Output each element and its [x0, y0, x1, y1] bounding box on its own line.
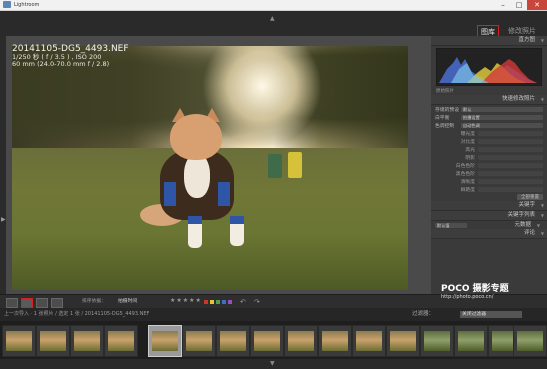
color-labels[interactable] [204, 300, 232, 304]
bottom-strip: ▼ [0, 359, 547, 369]
yellow-label-icon[interactable] [210, 300, 214, 304]
metadata-preset-select[interactable]: 默认值 [435, 222, 467, 228]
filmstrip-thumb[interactable] [182, 325, 216, 357]
adjust-row[interactable]: 黑色色阶 [431, 169, 547, 177]
white-balance-select[interactable]: 拍摄设置 [461, 114, 543, 120]
filmstrip[interactable] [0, 321, 547, 359]
rotate-left-icon[interactable]: ↶ [240, 297, 246, 307]
filmstrip-thumb[interactable] [284, 325, 318, 357]
sort-label: 排序依据： [82, 299, 106, 304]
loupe-view-button[interactable] [21, 298, 33, 308]
collapse-bottom-icon[interactable]: ▼ [270, 360, 275, 367]
adjust-row[interactable]: 对比度 [431, 137, 547, 145]
clarity-stepper[interactable] [478, 178, 543, 184]
grid-view-button[interactable] [6, 298, 18, 308]
window-titlebar: Lightroom – □ ✕ [0, 0, 547, 11]
minimize-button[interactable]: – [495, 0, 511, 10]
close-button[interactable]: ✕ [527, 0, 547, 10]
quick-develop-header[interactable]: 快速修改照片 [431, 95, 547, 105]
exposure-label: 曝光度 [460, 131, 475, 137]
module-strip: ▲ [0, 11, 547, 36]
sort-select[interactable]: 拍摄时间 [118, 297, 137, 307]
filmstrip-thumb[interactable] [420, 325, 454, 357]
adjust-row[interactable]: 阴影 [431, 153, 547, 161]
red-label-icon[interactable] [204, 300, 208, 304]
survey-view-button[interactable] [51, 298, 63, 308]
filter-select[interactable]: 关闭过滤器 [460, 311, 522, 318]
main-photo [12, 46, 408, 290]
preset-select[interactable]: 默认 [461, 106, 543, 112]
filmstrip-thumb[interactable] [513, 325, 547, 357]
vibrance-stepper[interactable] [478, 186, 543, 192]
collapse-top-icon[interactable]: ▲ [270, 15, 275, 22]
preset-label: 存储的预设 [435, 107, 459, 113]
filmstrip-thumb[interactable] [454, 325, 488, 357]
tone-control-label: 色调控制 [435, 123, 455, 129]
adjust-row[interactable]: 鲜艳度 [431, 185, 547, 193]
photo-info-overlay: 20141105-DG5_4493.NEF 1/250 秒 ( f / 3.5 … [12, 44, 129, 68]
preset-row[interactable]: 存储的预设 默认 [431, 105, 547, 113]
exposure-stepper[interactable] [478, 130, 543, 136]
purple-label-icon[interactable] [228, 300, 232, 304]
photo-lens: 60 mm (24.0-70.0 mm f / 2.8) [12, 60, 110, 69]
blacks-stepper[interactable] [478, 170, 543, 176]
blue-label-icon[interactable] [222, 300, 226, 304]
filter-label: 过滤器： [412, 311, 435, 317]
shadows-stepper[interactable] [478, 154, 543, 160]
watermark-url: http://photo.poco.cn/ [441, 294, 494, 300]
filmstrip-thumb[interactable] [318, 325, 352, 357]
green-label-icon[interactable] [216, 300, 220, 304]
adjust-row[interactable]: 曝光度 [431, 129, 547, 137]
cat-subject [140, 108, 260, 258]
filmstrip-thumb[interactable] [70, 325, 104, 357]
watermark-brand: POCO 摄影专题 [441, 284, 509, 294]
shadows-label: 阴影 [465, 155, 475, 161]
tone-control-row[interactable]: 色调控制 自动色调 [431, 121, 547, 129]
adjust-row[interactable]: 白色色阶 [431, 161, 547, 169]
expand-left-icon[interactable]: ▶ [1, 216, 6, 223]
white-balance-row[interactable]: 白平衡 拍摄设置 [431, 113, 547, 121]
rotate-right-icon[interactable]: ↷ [254, 297, 260, 307]
right-panel: 直方图 原始照片 快速修改照片 存储的预设 默认 白平衡 拍摄设置 色调控制 自… [431, 36, 547, 294]
poco-watermark: POCO 摄影专题 http://photo.poco.cn/ [441, 281, 509, 300]
whites-label: 白色色阶 [455, 163, 475, 169]
adjust-row[interactable]: 高光 [431, 145, 547, 153]
keyword-list-header[interactable]: 关键字列表 [431, 211, 547, 221]
histogram-info: 原始照片 [436, 89, 454, 94]
filmstrip-thumb[interactable] [386, 325, 420, 357]
vibrance-label: 鲜艳度 [460, 187, 475, 193]
auto-tone-button[interactable]: 自动色调 [461, 122, 543, 128]
contrast-stepper[interactable] [478, 138, 543, 144]
compare-view-button[interactable] [36, 298, 48, 308]
maximize-button[interactable]: □ [511, 0, 527, 10]
histogram-header[interactable]: 直方图 [431, 36, 547, 46]
filmstrip-thumb[interactable] [352, 325, 386, 357]
blacks-label: 黑色色阶 [455, 171, 475, 177]
metadata-row[interactable]: 默认值 元数据 [431, 221, 547, 230]
filmstrip-header: 上一次导入 · 1 张照片 / 选定 1 张 / 20141105-DG5_44… [0, 308, 547, 321]
highlights-label: 高光 [465, 147, 475, 153]
comments-header[interactable]: 评论 [431, 229, 547, 239]
filmstrip-thumb[interactable] [36, 325, 70, 357]
white-balance-label: 白平衡 [435, 115, 450, 121]
app-icon [3, 1, 11, 8]
whites-stepper[interactable] [478, 162, 543, 168]
filmstrip-thumb-selected[interactable] [148, 325, 182, 357]
keywords-header[interactable]: 关键字 [431, 201, 547, 211]
rating-stars[interactable]: ★★★★★ [170, 297, 202, 304]
window-title: Lightroom [14, 2, 40, 8]
filmstrip-thumb[interactable] [104, 325, 138, 357]
filmstrip-thumb[interactable] [250, 325, 284, 357]
highlights-stepper[interactable] [478, 146, 543, 152]
filmstrip-thumb[interactable] [216, 325, 250, 357]
reset-all-button[interactable]: 全部重置 [517, 194, 543, 200]
clarity-label: 清晰度 [460, 179, 475, 185]
histogram [436, 48, 542, 86]
adjust-row[interactable]: 清晰度 [431, 177, 547, 185]
loupe-viewer[interactable]: 20141105-DG5_4493.NEF 1/250 秒 ( f / 3.5 … [6, 36, 431, 294]
contrast-label: 对比度 [460, 139, 475, 145]
source-path[interactable]: 上一次导入 · 1 张照片 / 选定 1 张 / 20141105-DG5_44… [4, 308, 149, 321]
filmstrip-thumb[interactable] [2, 325, 36, 357]
